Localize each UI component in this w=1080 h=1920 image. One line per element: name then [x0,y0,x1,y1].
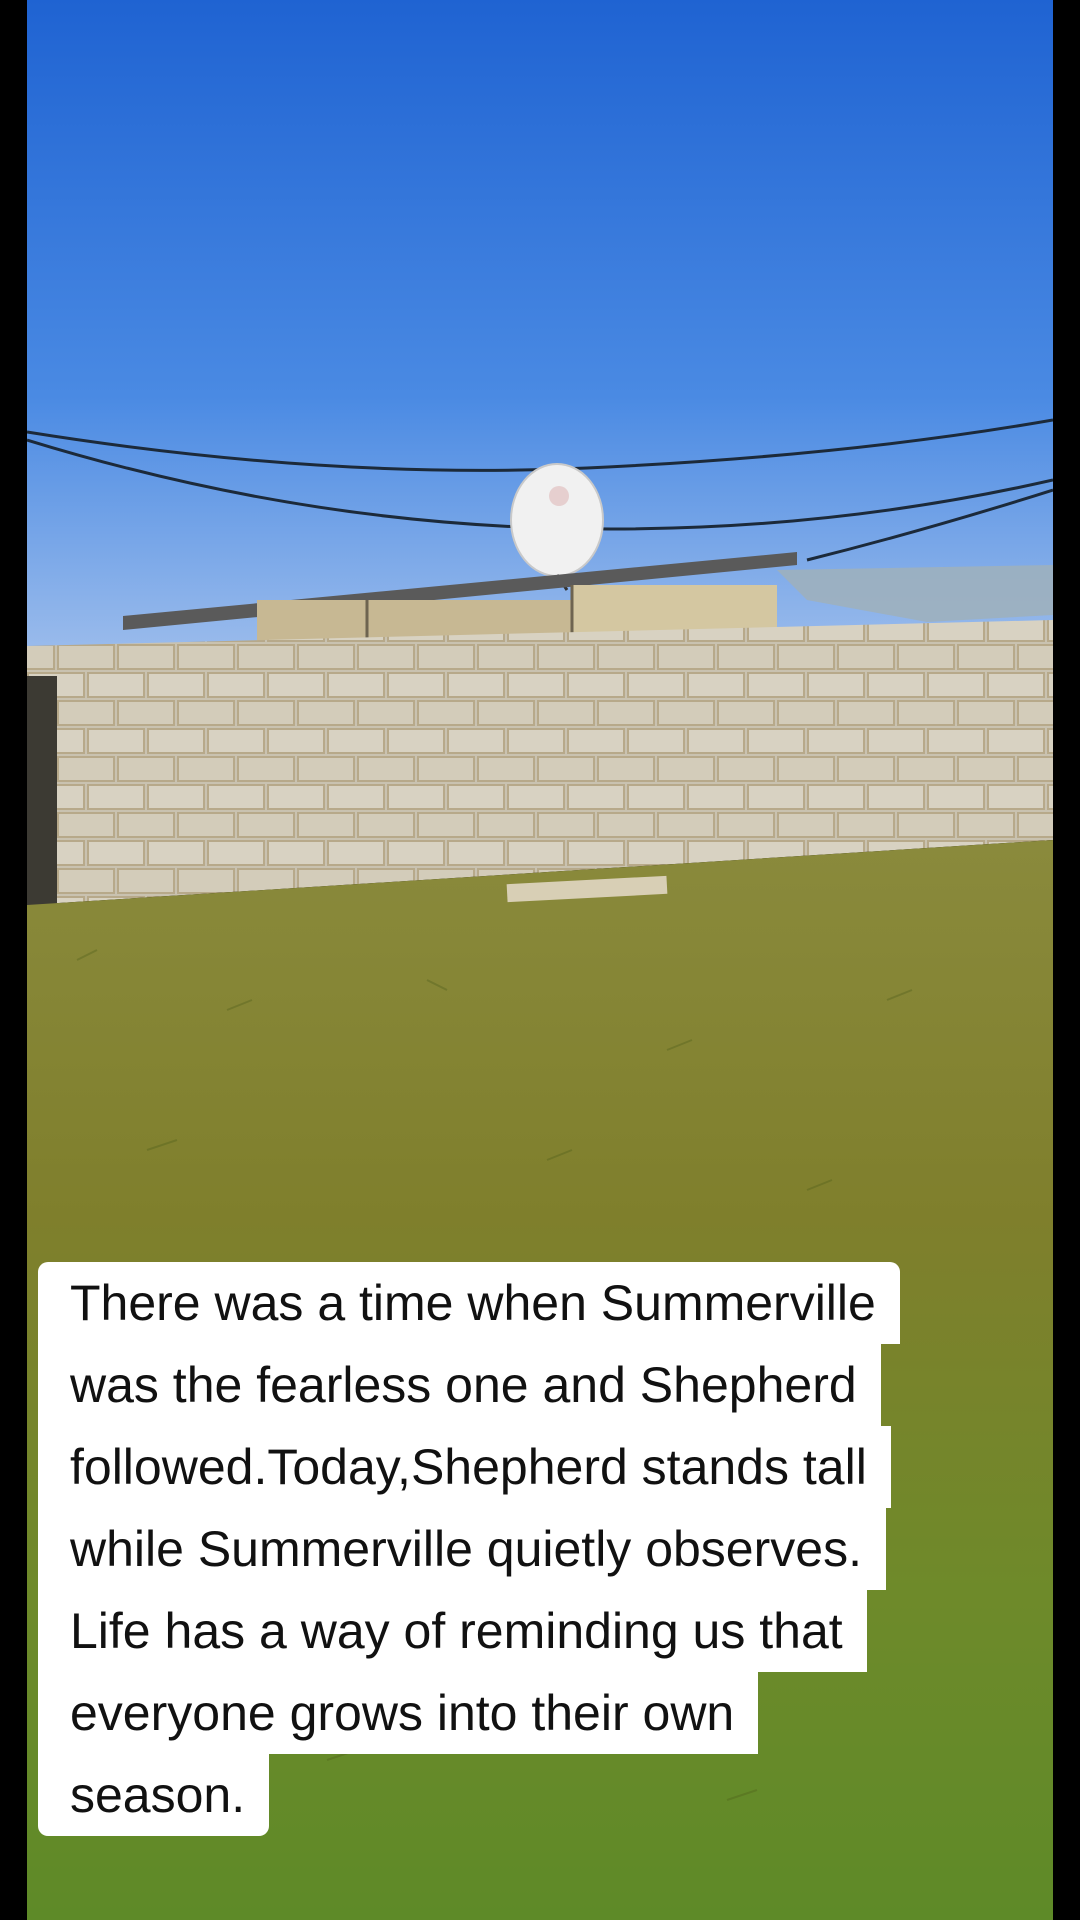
caption-box: There was a time when Summerville was th… [38,1262,1038,1836]
caption-line: There was a time when Summerville [38,1262,900,1344]
caption-line: season. [38,1754,270,1836]
caption-line: was the fearless one and Shepherd [38,1344,881,1426]
caption-line: Life has a way of reminding us that [38,1590,867,1672]
caption-line: everyone grows into their own [38,1672,759,1754]
caption-line: while Summerville quietly observes. [38,1508,886,1590]
caption-line: followed.Today,Shepherd stands tall [38,1426,891,1508]
